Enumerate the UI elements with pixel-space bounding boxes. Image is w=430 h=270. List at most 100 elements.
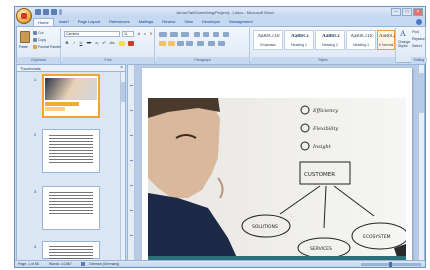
tab-management[interactable]: Management: [225, 18, 256, 26]
bullets-icon[interactable]: [159, 32, 167, 37]
close-pane-icon[interactable]: ×: [120, 65, 123, 71]
change-styles-button[interactable]: A Change Styles: [398, 29, 410, 53]
page-thumbnail-3[interactable]: [42, 186, 100, 230]
page-number-label: 3: [34, 189, 37, 194]
qat-dropdown-icon[interactable]: [59, 9, 62, 15]
diagram-item-text: Insight: [312, 144, 332, 150]
paragraph-group-label: Paragraph: [156, 57, 249, 63]
show-hide-icon[interactable]: [223, 32, 229, 37]
page-number-label: 1: [34, 77, 37, 82]
change-case-button[interactable]: Aa: [109, 40, 115, 46]
justify-icon[interactable]: [186, 41, 193, 46]
decrease-indent-icon[interactable]: [194, 32, 200, 37]
help-icon[interactable]: [416, 19, 422, 25]
line-spacing-icon[interactable]: [197, 41, 204, 46]
ruler-mark: [130, 210, 133, 211]
document-page[interactable]: Efficiency Flexibility Insight CUSTOMER …: [142, 68, 412, 260]
align-right-icon[interactable]: [177, 41, 184, 46]
superscript-button[interactable]: x²: [101, 40, 107, 46]
editing-group: Find Replace Select Editing: [411, 28, 427, 63]
thumbnails-pane: Thumbnails × 1 2 3 4: [16, 64, 126, 261]
font-name-dropdown[interactable]: Cambria: [64, 31, 120, 37]
pane-scroll-thumb[interactable]: [121, 82, 125, 102]
multilevel-list-icon[interactable]: [181, 32, 189, 37]
style-heading-2[interactable]: AaBbCc Heading 2: [315, 30, 345, 50]
language-indicator[interactable]: German (Germany): [89, 262, 119, 266]
strikethrough-button[interactable]: ab: [86, 40, 92, 46]
thumbnail-table: [49, 192, 93, 216]
tab-page-layout[interactable]: Page Layout: [74, 18, 104, 26]
bold-button[interactable]: B: [64, 40, 70, 46]
increase-indent-icon[interactable]: [203, 32, 209, 37]
cut-icon[interactable]: [33, 31, 37, 35]
page-number-label: 2: [34, 132, 37, 137]
shading-icon[interactable]: [208, 41, 215, 46]
find-button[interactable]: Find: [412, 30, 419, 34]
font-group-label: Font: [62, 57, 154, 63]
italic-button[interactable]: I: [71, 40, 77, 46]
tab-home[interactable]: Home: [33, 18, 54, 26]
word-count[interactable]: Words: 14,867: [49, 262, 72, 266]
redo-icon[interactable]: [51, 9, 57, 15]
page-thumbnail-2[interactable]: [42, 129, 100, 173]
thumbnails-header: Thumbnails ×: [17, 65, 125, 72]
diagram-item-text: Flexibility: [312, 126, 338, 132]
replace-button[interactable]: Replace: [412, 37, 425, 41]
page-count[interactable]: Page: 1 of 65: [18, 262, 39, 266]
align-left-icon[interactable]: [159, 41, 166, 46]
document-scroll-thumb[interactable]: [419, 73, 424, 113]
copy-label[interactable]: Copy: [38, 38, 46, 42]
style-normal[interactable]: AaBbCcDc K Normal: [377, 30, 395, 50]
copy-icon[interactable]: [33, 38, 37, 42]
align-center-icon[interactable]: [168, 41, 175, 46]
save-icon[interactable]: [35, 9, 41, 15]
thumbnail-photo: [45, 78, 97, 100]
style-name: Heading 1: [291, 43, 307, 47]
font-size-dropdown[interactable]: 11: [122, 31, 134, 37]
zoom-slider-thumb[interactable]: [389, 262, 392, 267]
cut-label[interactable]: Cut: [38, 31, 43, 35]
subscript-button[interactable]: x₂: [94, 40, 100, 46]
borders-icon[interactable]: [218, 41, 225, 46]
editing-group-label: Editing: [411, 57, 427, 63]
styles-group-label: Styles: [251, 57, 395, 63]
numbering-icon[interactable]: [170, 32, 178, 37]
spelling-icon[interactable]: [81, 262, 85, 266]
format-painter-label[interactable]: Format Painter: [38, 45, 61, 49]
style-emphasis[interactable]: AaBbCcDc Emphasis: [253, 30, 283, 50]
underline-button[interactable]: U: [78, 40, 84, 46]
page-thumbnail-1[interactable]: [42, 74, 100, 118]
close-button[interactable]: ×: [413, 8, 423, 16]
customer-text: CUSTOMER: [304, 172, 335, 178]
tab-review[interactable]: Review: [158, 18, 179, 26]
maximize-button[interactable]: □: [402, 8, 412, 16]
office-button[interactable]: [16, 8, 32, 24]
paste-button[interactable]: Paste: [19, 30, 31, 52]
clear-format-icon[interactable]: ✕: [148, 31, 154, 37]
tab-references[interactable]: References: [105, 18, 133, 26]
font-color-icon[interactable]: [128, 41, 134, 46]
minimize-button[interactable]: –: [391, 8, 401, 16]
format-painter-icon[interactable]: [33, 45, 37, 49]
ruler-mark: [130, 185, 133, 186]
change-styles-icon: A: [400, 29, 406, 38]
style-heading-3[interactable]: AaBbCcDc Heading 3: [346, 30, 376, 50]
zoom-slider[interactable]: [361, 262, 421, 267]
document-scrollbar[interactable]: [418, 65, 424, 260]
cover-image: Efficiency Flexibility Insight CUSTOMER …: [148, 98, 406, 260]
pane-scrollbar[interactable]: [120, 72, 125, 261]
page-thumbnail-4[interactable]: [42, 241, 100, 260]
thumbnail-bar: [45, 102, 79, 106]
tab-mailings[interactable]: Mailings: [135, 18, 158, 26]
style-sample: AaBbCc: [321, 34, 341, 39]
undo-icon[interactable]: [43, 9, 49, 15]
sort-icon[interactable]: [213, 32, 219, 37]
solutions-text: SOLUTIONS: [252, 224, 278, 230]
tab-insert[interactable]: Insert: [55, 18, 73, 26]
select-button[interactable]: Select: [412, 44, 422, 48]
highlight-color-icon[interactable]: [119, 41, 125, 46]
style-heading-1[interactable]: AaBbCc Heading 1: [284, 30, 314, 50]
word-window: Arrow/Tail/Something/Project(...).docx -…: [14, 6, 427, 268]
tab-developer[interactable]: Developer: [198, 18, 224, 26]
tab-view[interactable]: View: [180, 18, 197, 26]
